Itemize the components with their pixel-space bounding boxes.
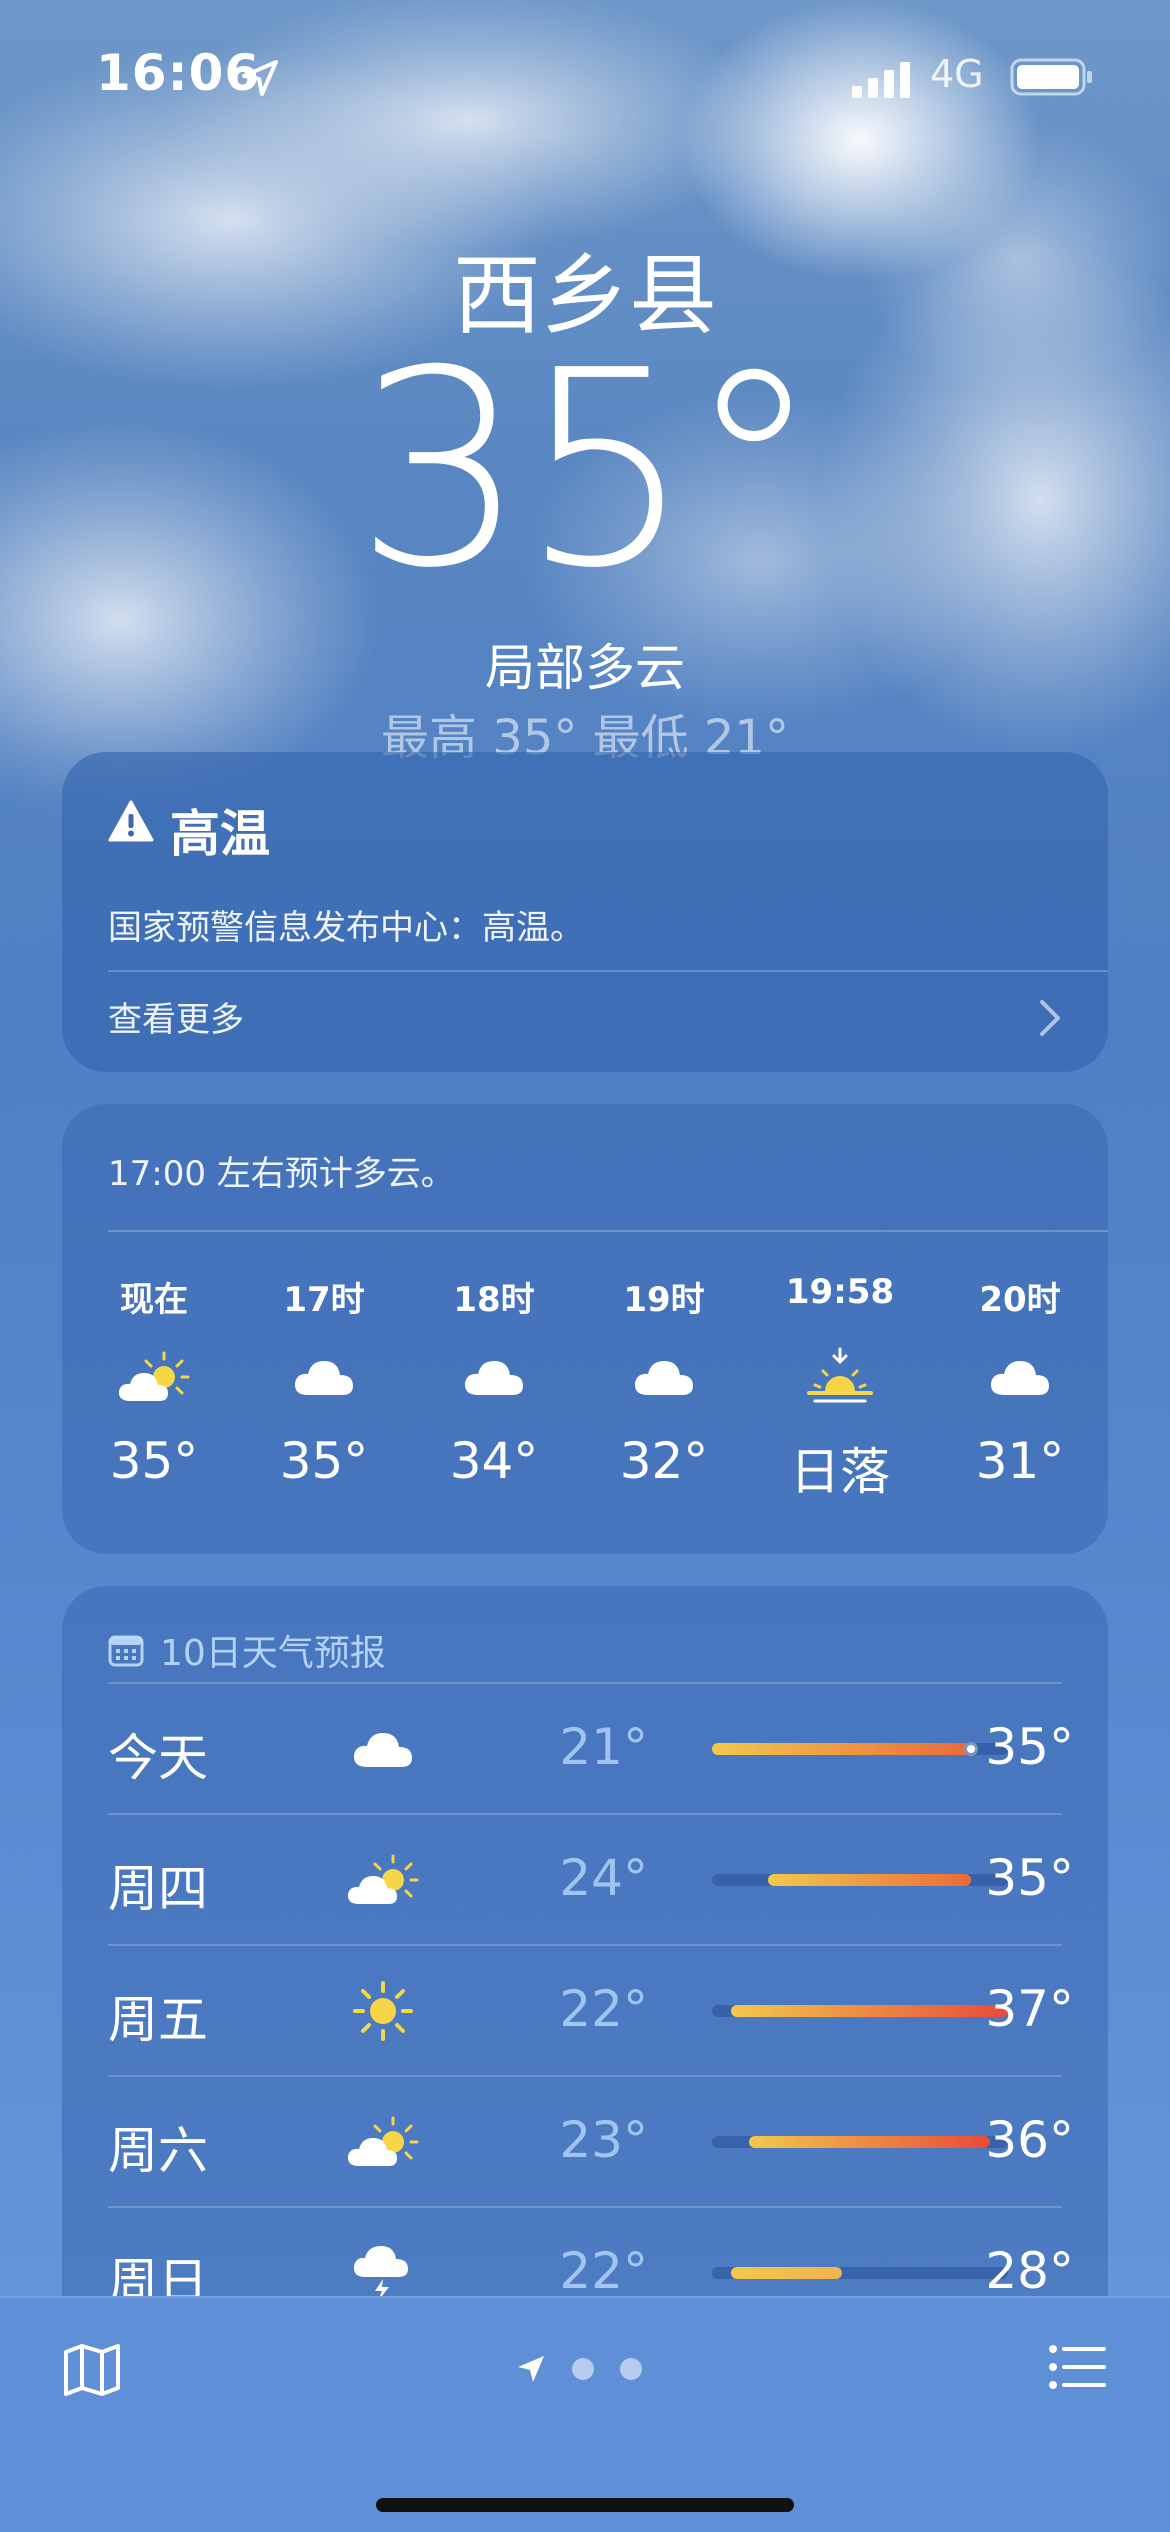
daily-row[interactable]: 周四 24° 35° [108,1813,1074,1944]
low-temperature: 23° [559,2111,648,2169]
temperature-range-fill [749,2136,990,2148]
page-indicator[interactable] [516,2354,642,2384]
temperature-range-fill [730,2267,842,2279]
location-arrow-icon [242,60,278,96]
status-time: 16:06 [96,44,261,102]
hourly-item: 17时 35° [239,1272,409,1490]
low-temperature: 24° [559,1849,648,1907]
ten-day-title: 10日天气预报 [160,1633,386,1674]
page-dot[interactable] [620,2358,642,2380]
hour-temperature: 35° [279,1432,369,1490]
daily-row[interactable]: 周六 23° 36° [108,2075,1074,2206]
current-condition: 局部多云 [485,639,685,697]
divider [108,1682,1062,1684]
temperature-range-fill [730,2005,1008,2017]
divider [108,970,1108,972]
weather-alert-card[interactable]: 高温 国家预警信息发布中心：高温。 查看更多 [62,752,1108,1072]
hourly-item: 18时 34° [409,1272,579,1490]
partly-sunny-icon [338,2097,428,2187]
hour-temperature: 32° [619,1432,709,1490]
high-temperature: 35° [985,1718,1074,1776]
map-icon[interactable] [62,2342,122,2398]
view-more-link[interactable]: 查看更多 [108,992,244,1041]
cloud-icon [239,1322,409,1432]
warning-icon [108,800,154,842]
signal-strength-icon [852,62,910,98]
alert-body: 国家预警信息发布中心：高温。 [108,908,584,948]
low-temperature: 21° [559,1718,648,1776]
hour-label: 20时 [979,1280,1061,1320]
temperature-range-fill [767,1874,971,1886]
hour-label: 17时 [283,1280,365,1320]
high-temperature: 37° [985,1980,1074,2038]
ten-day-header: 10日天气预报 [108,1624,386,1676]
day-label: 周六 [108,2122,208,2180]
hour-temperature: 34° [449,1432,539,1490]
low-temperature: 22° [559,1980,648,2038]
alert-title: 高温 [170,805,270,863]
bottom-toolbar [0,2296,1170,2532]
hour-label: 现在 [120,1280,188,1320]
temperature-range-bar [712,1874,1008,1886]
hourly-summary: 17:00 左右预计多云。 [108,1154,455,1194]
hourly-item: 现在 35° [69,1272,239,1490]
divider [108,1230,1108,1232]
high-temperature: 35° [985,1849,1074,1907]
temperature-range-bar [712,2267,1008,2279]
hour-label: 19:58 [785,1272,895,1312]
cloud-icon [935,1322,1105,1432]
hourly-item: 19时 32° [579,1272,749,1490]
day-label: 周四 [108,1860,208,1918]
hourly-item: 20时 31° [935,1272,1105,1490]
hour-label: 19时 [623,1280,705,1320]
battery-icon [1010,58,1092,96]
day-label: 周五 [108,1991,208,2049]
current-temp-marker [964,1742,978,1756]
hour-temperature: 35° [109,1432,199,1490]
hour-temperature: 日落 [790,1443,890,1501]
cloud-icon [409,1322,579,1432]
daily-row[interactable]: 周五 22° 37° [108,1944,1074,2075]
hourly-item: 19:58 日落 [755,1272,925,1504]
divider [108,2206,1062,2208]
hour-temperature: 31° [975,1432,1065,1490]
hourly-forecast-card[interactable]: 17:00 左右预计多云。 现在 35° 17时 35° 18时 34° 19时 32° 19:… [62,1104,1108,1554]
divider [108,2075,1062,2077]
cloud-icon [338,1704,428,1794]
high-temperature: 36° [985,2111,1074,2169]
list-icon[interactable] [1048,2344,1108,2390]
divider [108,1944,1062,1946]
temperature-range-bar [712,2005,1008,2017]
sun-icon [338,1966,428,2056]
temperature-range-bar [712,2136,1008,2148]
temperature-range-fill [712,1743,971,1755]
cloud-icon [579,1322,749,1432]
network-type: 4G [930,52,984,96]
calendar-icon [108,1635,144,1667]
hour-label: 18时 [453,1280,535,1320]
divider [108,1813,1062,1815]
partly-sunny-icon [69,1322,239,1432]
current-temperature: 35° [354,312,822,627]
page-dot[interactable] [572,2358,594,2380]
home-indicator [376,2498,794,2512]
day-label: 今天 [108,1729,208,1787]
partly-sunny-icon [338,1835,428,1925]
sunset-icon [755,1322,925,1432]
low-temperature: 22° [559,2242,648,2300]
high-temperature: 28° [985,2242,1074,2300]
current-location-icon [518,2356,544,2382]
chevron-right-icon [1040,1000,1060,1036]
daily-row[interactable]: 今天 21° 35° [108,1682,1074,1813]
temperature-range-bar [712,1742,1008,1756]
